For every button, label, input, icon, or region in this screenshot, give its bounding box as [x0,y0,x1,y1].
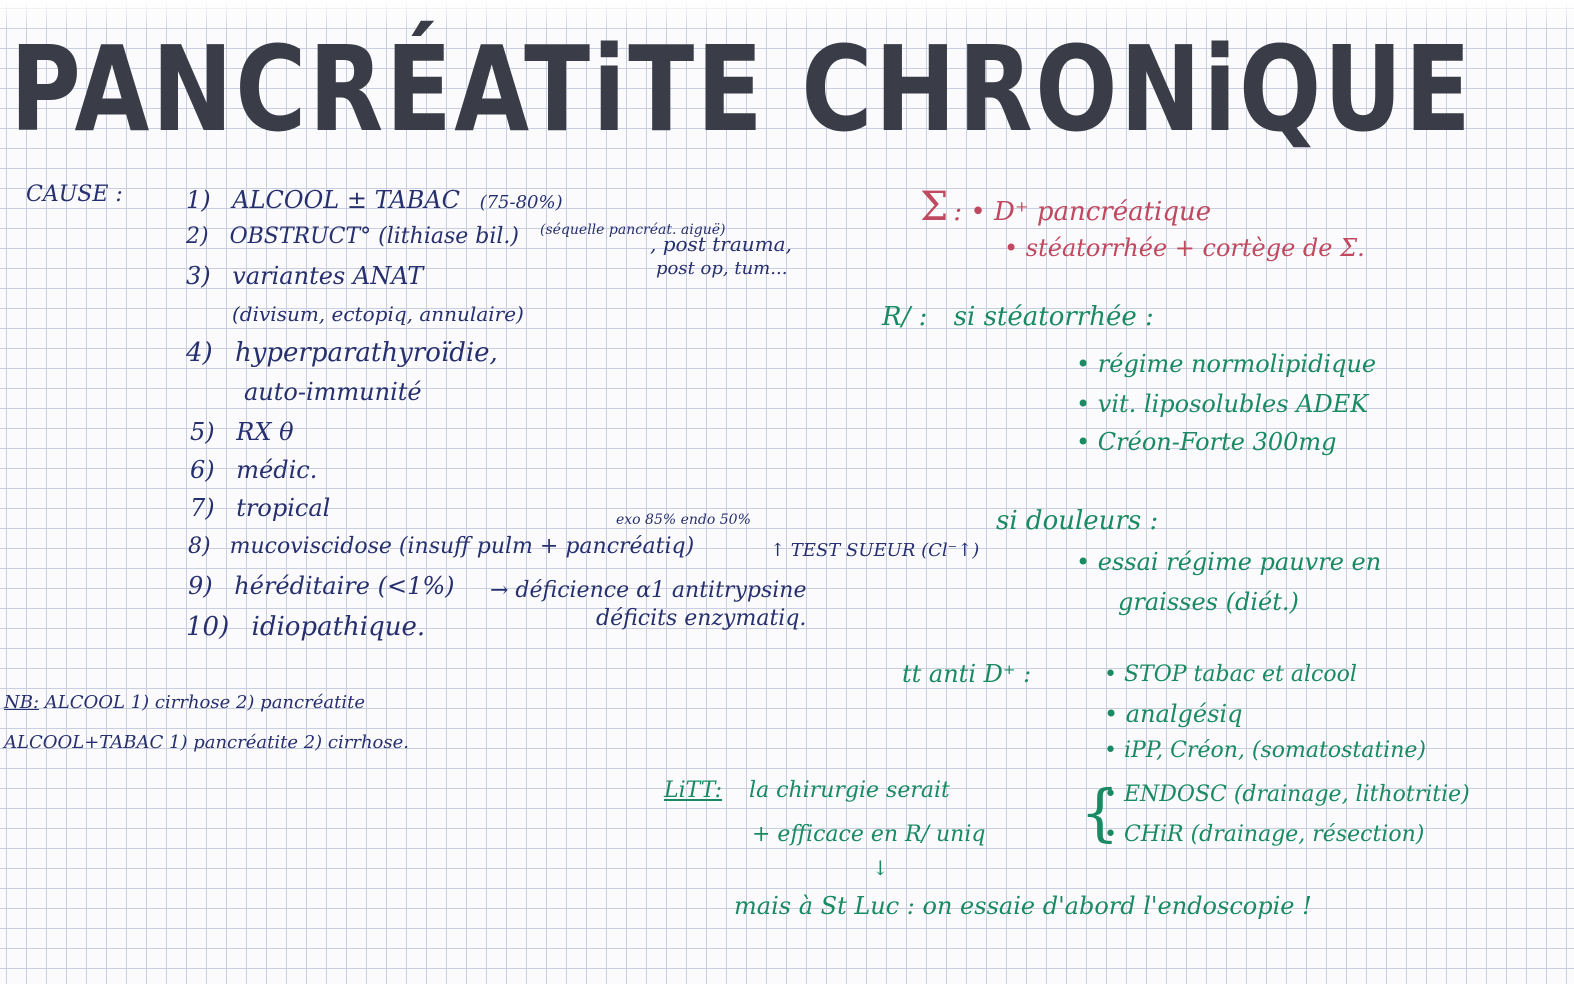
cause-text: hyperparathyroïdie, [234,338,498,368]
symptoms-text: : • D⁺ pancréatique [953,197,1212,227]
litt-line-2: + efficace en R/ uniq [752,822,986,847]
litt-line-1: LiTT: la chirurgie serait [664,778,950,803]
treatment-label-line: R/ : si stéatorrhée : [882,302,1154,332]
cause-extra: → déficience α1 antitrypsine [490,578,807,603]
nb-label: NB: [4,692,40,713]
cause-text: ALCOOL ± TABAC [232,186,460,214]
symptoms-line-1: Σ : • D⁺ pancréatique [920,184,1211,230]
cause-item-4: 4) hyperparathyroïdie, [186,338,498,368]
cause-item-2: 2) OBSTRUCT° (lithiase bil.) [186,224,519,249]
cause-text: mucoviscidose (insuff pulm + pancréatiq) [229,534,695,559]
cause-text: tropical [236,494,331,522]
litt-label: LiTT: [664,778,723,803]
nb-line-1: NB: ALCOOL 1) cirrhose 2) pancréatite [4,692,365,713]
cause-num: 6) [190,456,215,484]
treatment-pain-line-2: graisses (diét.) [1118,588,1299,616]
cause-extra-2: déficits enzymatiq. [596,606,807,631]
treatment-cond-1: si stéatorrhée : [953,302,1154,332]
symptoms-line-2: • stéatorrhée + cortège de Σ. [1004,234,1365,262]
page-title: PANCRÉATiTE CHRONiQUE [10,20,1474,158]
cause-item-7: 7) tropical [190,494,330,522]
anti-pain-label: tt anti D⁺ : [902,660,1032,688]
cause-num: 9) [188,572,213,600]
anti-pain-item-3: • iPP, Créon, (somatostatine) [1104,738,1426,763]
cause-extra-2: post op, tum... [656,258,788,279]
treatment-cond-2: si douleurs : [996,506,1159,536]
cause-label: CAUSE : [26,182,123,207]
cause-extra: ↑ TEST SUEUR (Cl⁻↑) [770,540,980,561]
anti-pain-item-5: • CHiR (drainage, résection) [1104,822,1425,847]
cause-line-2: auto-immunité [244,378,422,406]
cause-item-8: 8) mucoviscidose (insuff pulm + pancréat… [188,534,694,559]
nb-text: ALCOOL 1) cirrhose 2) pancréatite [44,692,365,713]
cause-num: 4) [186,338,213,368]
treatment-pain-line-1: • essai régime pauvre en [1076,548,1382,576]
treatment-item-1: • régime normolipidique [1076,350,1377,378]
st-luc-note: mais à St Luc : on essaie d'abord l'endo… [734,892,1312,920]
cause-line-2: (divisum, ectopiq, annulaire) [232,302,524,326]
sigma-symbol: Σ [920,184,949,230]
cause-item-10: 10) idiopathique. [186,612,425,642]
cause-num: 7) [190,494,215,522]
cause-num: 2) [186,224,209,249]
nb-line-2: ALCOOL+TABAC 1) pancréatite 2) cirrhose. [4,732,410,753]
treatment-item-2: • vit. liposolubles ADEK [1076,390,1369,418]
treatment-item-3: • Créon-Forte 300mg [1076,428,1337,456]
cause-text: héréditaire (<1%) [234,572,455,600]
cause-text: RX θ [236,418,294,446]
cause-item-1: 1) ALCOOL ± TABAC (75-80%) [186,186,563,214]
cause-item-5: 5) RX θ [190,418,294,446]
cause-num: 8) [188,534,211,559]
cause-note-above: exo 85% endo 50% [616,512,751,528]
cause-num: 10) [186,612,230,642]
cause-note: (75-80%) [479,192,563,213]
brace-icon: { [1080,776,1120,849]
cause-extra: , post trauma, [650,232,792,256]
cause-text: OBSTRUCT° (lithiase bil.) [229,224,519,249]
cause-text: idiopathique. [251,612,426,642]
cause-item-9: 9) héréditaire (<1%) [188,572,455,600]
anti-pain-item-2: • analgésiq [1104,700,1243,728]
cause-num: 1) [186,186,211,214]
cause-num: 3) [186,262,211,290]
cause-item-6: 6) médic. [190,456,317,484]
cause-item-3: 3) variantes ANAT [186,262,423,290]
litt-text: la chirurgie serait [749,778,950,803]
anti-pain-item-4: • ENDOSC (drainage, lithotritie) [1104,782,1470,807]
treatment-label: R/ : [882,302,928,332]
anti-pain-item-1: • STOP tabac et alcool [1104,662,1357,687]
cause-text: variantes ANAT [232,262,424,290]
cause-num: 5) [190,418,215,446]
down-arrow-icon: ↓ [872,856,889,880]
cause-text: médic. [236,456,318,484]
